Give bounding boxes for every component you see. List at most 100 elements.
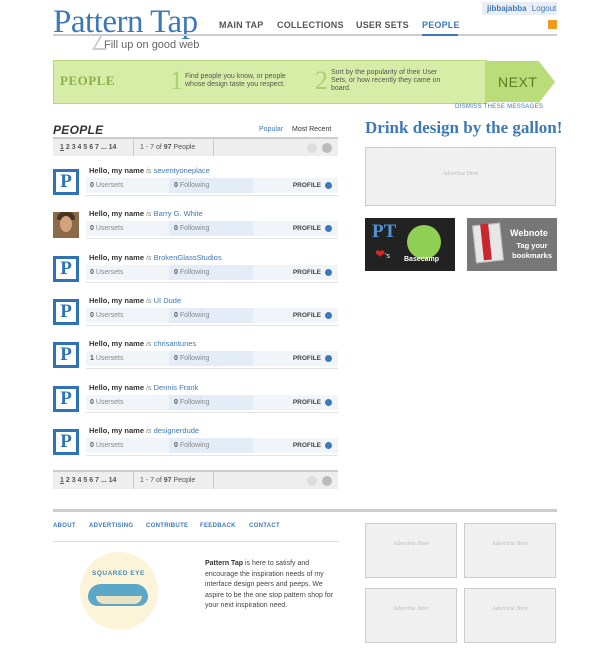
person-row: P Hello, my name is chrisantunes 1 Userset… <box>53 339 338 377</box>
row-divider <box>86 282 338 283</box>
sort-most-recent-link[interactable]: Most Recent <box>292 126 331 133</box>
person-greeting: Hello, my name is chrisantunes <box>89 339 197 348</box>
footer-links-divider <box>53 541 339 542</box>
row-divider <box>86 455 338 456</box>
person-greeting: Hello, my name is UI Dude <box>89 296 182 305</box>
following-count: 0 Following <box>169 438 253 453</box>
profile-button[interactable]: PROFILE <box>293 221 332 236</box>
usersets-count: 0 Usersets <box>90 442 124 449</box>
person-row: P Hello, my name is Dennis Frank 0 Userset… <box>53 383 338 421</box>
person-name-link[interactable]: designerdude <box>154 426 199 435</box>
person-name-link[interactable]: Dennis Frank <box>154 383 199 392</box>
username-link[interactable]: jibbajabba <box>487 4 527 13</box>
row-divider <box>86 368 338 369</box>
person-row: P Hello, my name is designerdude 0 Userset… <box>53 426 338 464</box>
footer-link-advertising[interactable]: ADVERTISING <box>89 523 133 529</box>
advertise-here-footer-3[interactable]: Advertise Here <box>365 588 457 643</box>
nav-user-sets[interactable]: USER SETS <box>356 20 409 30</box>
person-greeting: Hello, my name is Dennis Frank <box>89 383 199 392</box>
footer-link-contribute[interactable]: CONTRIBUTE <box>146 523 188 529</box>
logout-link[interactable]: Logout <box>532 4 556 13</box>
person-greeting: Hello, my name is BrokenGlassStudios <box>89 253 222 262</box>
profile-button[interactable]: PROFILE <box>293 395 332 410</box>
nav-collections[interactable]: COLLECTIONS <box>277 20 344 30</box>
person-name-link[interactable]: UI Dude <box>154 296 182 305</box>
row-divider <box>86 195 338 196</box>
pager-pages[interactable]: 1 2 3 4 5 6 7 ... 14 <box>60 472 116 489</box>
avatar[interactable]: P <box>53 169 79 195</box>
person-stats: 0 Usersets 0 Following PROFILE <box>86 308 338 323</box>
arrow-right-icon <box>325 311 332 319</box>
nav-main-tap[interactable]: MAIN TAP <box>219 20 263 30</box>
arrow-right-icon <box>325 268 332 276</box>
heart-icon: ❤'s <box>375 247 390 261</box>
following-count: 0 Following <box>169 265 253 280</box>
profile-button[interactable]: PROFILE <box>293 438 332 453</box>
step-2-text: Sort by the popularity of their User Set… <box>331 69 441 92</box>
person-name-link[interactable]: BrokenGlassStudios <box>154 253 222 262</box>
person-stats: 0 Usersets 0 Following PROFILE <box>86 221 338 236</box>
following-count: 0 Following <box>169 395 253 410</box>
basecamp-promo-pt: PT <box>372 221 397 242</box>
avatar[interactable] <box>53 212 79 238</box>
person-name-link[interactable]: Barry G. White <box>154 209 203 218</box>
person-greeting: Hello, my name is Barry G. White <box>89 209 203 218</box>
person-stats: 0 Usersets 0 Following PROFILE <box>86 178 338 193</box>
avatar[interactable]: P <box>53 256 79 282</box>
profile-button[interactable]: PROFILE <box>293 265 332 280</box>
nav-people[interactable]: PEOPLE <box>422 20 460 30</box>
pager-next-icon[interactable] <box>322 143 332 153</box>
profile-button[interactable]: PROFILE <box>293 351 332 366</box>
advertise-here-main[interactable]: Advertise Here <box>365 147 556 206</box>
arrow-right-icon <box>325 398 332 406</box>
site-tagline: Fill up on good web <box>104 39 200 51</box>
advertise-here-footer-2[interactable]: Advertise Here <box>464 523 556 578</box>
rss-icon[interactable] <box>548 20 557 29</box>
row-divider <box>86 412 338 413</box>
row-divider <box>86 325 338 326</box>
about-text: Pattern Tap is here to satisfy and encou… <box>205 560 334 609</box>
default-avatar-icon: P <box>56 345 76 365</box>
footer-link-contact[interactable]: CONTACT <box>249 523 280 529</box>
next-button-arrow[interactable] <box>538 60 555 104</box>
advertise-here-footer-4[interactable]: Advertise Here <box>464 588 556 643</box>
default-avatar-icon: P <box>56 259 76 279</box>
avatar[interactable]: P <box>53 386 79 412</box>
following-count: 0 Following <box>169 308 253 323</box>
arrow-right-icon <box>325 224 332 232</box>
footer-link-feedback[interactable]: FEEDBACK <box>200 523 236 529</box>
pager-range: 1 - 7 of 97 People <box>133 472 195 489</box>
person-name-link[interactable]: seventyoneplace <box>154 166 210 175</box>
usersets-count: 0 Usersets <box>90 182 124 189</box>
squared-eye-logo-text: SQUARED EYE <box>92 570 145 577</box>
pager-prev-icon[interactable] <box>307 476 317 486</box>
step-1-number: 1 <box>170 66 183 95</box>
profile-button[interactable]: PROFILE <box>293 308 332 323</box>
person-row: Hello, my name is Barry G. White 0 Userse… <box>53 209 338 247</box>
advertise-here-footer-1[interactable]: Advertise Here <box>365 523 457 578</box>
dismiss-messages-link[interactable]: DISMISS THESE MESSAGES <box>455 104 543 110</box>
profile-button[interactable]: PROFILE <box>293 178 332 193</box>
pager-range: 1 - 7 of 97 People <box>133 139 195 156</box>
avatar[interactable]: P <box>53 299 79 325</box>
basecamp-label: Basecamp <box>404 256 440 263</box>
row-divider <box>86 238 338 239</box>
webnote-tagline: Tag your bookmarks <box>512 241 553 260</box>
arrow-right-icon <box>325 441 332 449</box>
footer-link-about[interactable]: ABOUT <box>53 523 76 529</box>
usersets-count: 0 Usersets <box>90 399 124 406</box>
step-2-number: 2 <box>315 66 328 95</box>
pager-next-icon[interactable] <box>322 476 332 486</box>
people-heading: PEOPLE <box>53 123 104 137</box>
sort-popular-link[interactable]: Popular <box>259 126 283 133</box>
pager-pages[interactable]: 1 2 3 4 5 6 7 ... 14 <box>60 139 116 156</box>
person-name-link[interactable]: chrisantunes <box>154 339 197 348</box>
pager-prev-icon[interactable] <box>307 143 317 153</box>
avatar[interactable]: P <box>53 429 79 455</box>
next-button-label[interactable]: NEXT <box>498 74 537 90</box>
person-row: P Hello, my name is UI Dude 0 Usersets 0 Fo… <box>53 296 338 334</box>
usersets-count: 1 Usersets <box>90 355 124 362</box>
person-greeting: Hello, my name is seventyoneplace <box>89 166 210 175</box>
avatar[interactable]: P <box>53 342 79 368</box>
whale-belly <box>96 596 142 604</box>
